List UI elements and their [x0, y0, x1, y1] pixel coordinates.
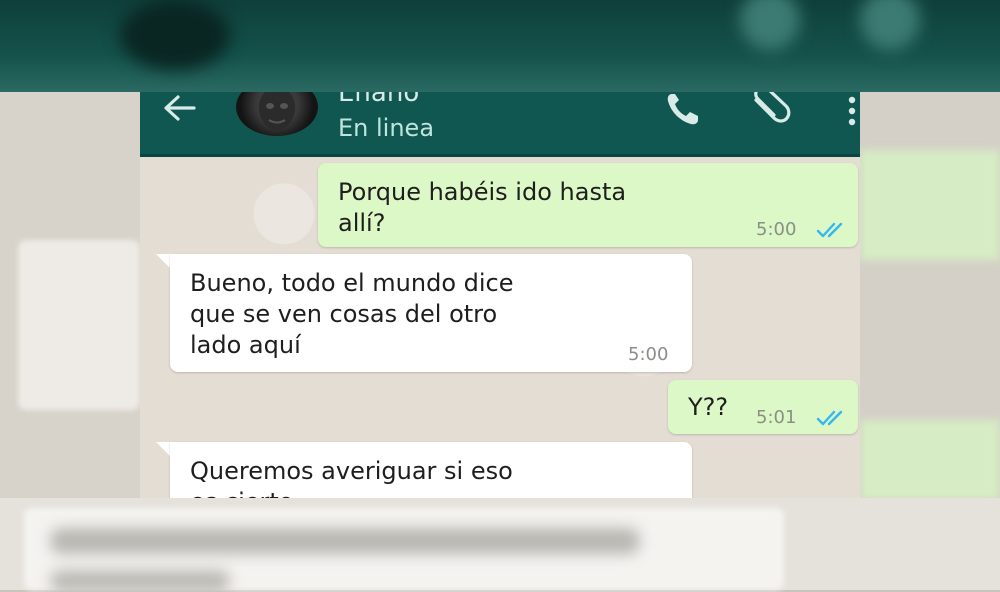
- blurred-right-bubble: [860, 150, 1000, 260]
- blurred-bottom-text: [50, 570, 230, 592]
- message-incoming[interactable]: Bueno, todo el mundo dice que se ven cos…: [170, 254, 692, 372]
- message-outgoing[interactable]: Y?? 5:01: [668, 380, 858, 434]
- arrow-left-icon[interactable]: [160, 94, 200, 128]
- message-text: Porque habéis ido hasta allí?: [338, 178, 627, 237]
- message-text: Queremos averiguar si eso es cierto: [190, 457, 513, 498]
- blurred-right-bubble: [860, 420, 1000, 500]
- contact-avatar[interactable]: [236, 92, 318, 136]
- message-time: 5:00: [756, 219, 797, 240]
- message-time: 5:01: [756, 407, 797, 428]
- message-outgoing[interactable]: Porque habéis ido hasta allí? 5:00: [318, 163, 858, 247]
- contact-name[interactable]: Enano: [338, 92, 419, 108]
- message-incoming[interactable]: Queremos averiguar si eso es cierto: [170, 442, 692, 498]
- chat-screen: Enano En linea Porque habéis ido hasta a…: [140, 92, 860, 498]
- message-text: Y??: [688, 393, 729, 421]
- more-vertical-icon[interactable]: [842, 94, 860, 128]
- chat-header: Enano En linea: [140, 92, 860, 157]
- blurred-header-background: [0, 0, 1000, 92]
- message-time: 5:00: [628, 344, 669, 365]
- message-text: Bueno, todo el mundo dice que se ven cos…: [190, 269, 514, 359]
- phone-icon[interactable]: [664, 92, 704, 126]
- paperclip-icon[interactable]: [746, 92, 794, 126]
- double-check-icon: [816, 410, 843, 426]
- blurred-bottom-text: [50, 528, 640, 554]
- blurred-left-bubble: [18, 240, 140, 410]
- avatar-face-image: [259, 92, 295, 130]
- contact-status: En linea: [338, 114, 435, 142]
- double-check-icon: [816, 222, 843, 238]
